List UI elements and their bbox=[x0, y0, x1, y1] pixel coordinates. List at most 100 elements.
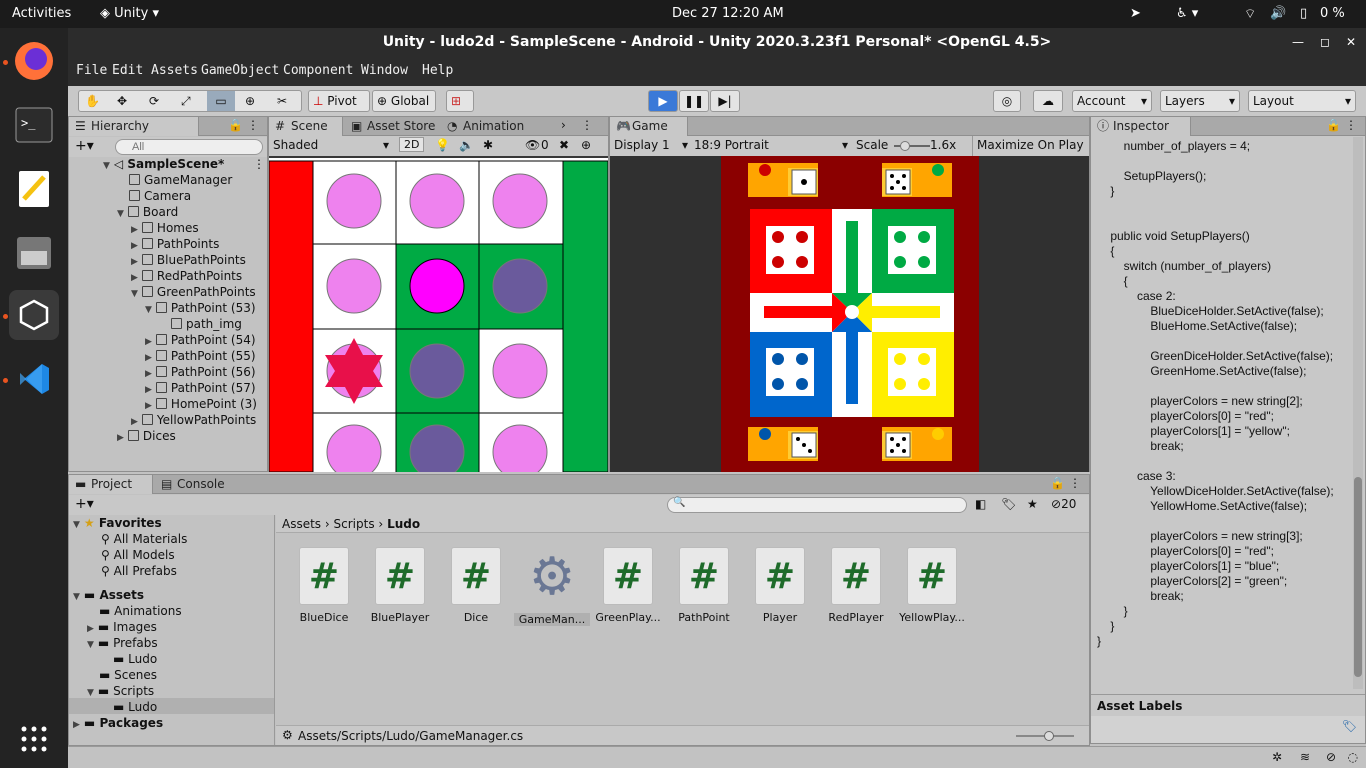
gizmos-icon[interactable]: ⊕ bbox=[581, 138, 591, 152]
cloud-icon[interactable]: ☁ bbox=[1033, 90, 1063, 112]
hierarchy-item[interactable]: ▶ PathPoint (57) bbox=[145, 381, 256, 395]
text-editor-icon[interactable] bbox=[9, 164, 59, 214]
more-icon[interactable]: ⋮ bbox=[1069, 476, 1081, 490]
grid-snap-button[interactable]: ⊞ bbox=[446, 90, 474, 112]
close-button[interactable]: ✕ bbox=[1346, 28, 1356, 56]
lock-icon[interactable]: 🔒 bbox=[1326, 118, 1341, 132]
tab-overflow-icon[interactable]: › bbox=[561, 118, 566, 132]
scrollbar-thumb[interactable] bbox=[1354, 477, 1362, 677]
tab-asset-store[interactable]: ▣ Asset Store bbox=[345, 117, 441, 136]
hierarchy-item[interactable]: ▼ PathPoint (53) bbox=[145, 301, 256, 315]
hierarchy-item[interactable]: ▶ PathPoints bbox=[131, 237, 219, 251]
collab-icon[interactable]: ◎ bbox=[993, 90, 1021, 112]
scene-more-icon[interactable]: ⋮ bbox=[253, 157, 265, 171]
game-view[interactable] bbox=[610, 156, 1089, 472]
app-menu[interactable]: ◈ Unity ▾ bbox=[100, 6, 159, 21]
folder-item[interactable]: ▬ Animations bbox=[99, 604, 182, 618]
activities-button[interactable]: Activities bbox=[12, 6, 71, 21]
tab-console[interactable]: ▤ Console bbox=[155, 475, 231, 494]
hierarchy-item[interactable]: ▶ PathPoint (55) bbox=[145, 349, 256, 363]
breadcrumb-item[interactable]: Ludo bbox=[387, 517, 420, 531]
asset-labels-header[interactable]: Asset Labels bbox=[1091, 694, 1365, 716]
more-icon[interactable]: ⋮ bbox=[581, 118, 593, 132]
asset-file[interactable]: # Dice bbox=[438, 545, 514, 625]
asset-file[interactable]: # Player bbox=[742, 545, 818, 625]
more-icon[interactable]: ⋮ bbox=[247, 118, 259, 132]
favorite-item[interactable]: ⚲ All Prefabs bbox=[101, 564, 177, 578]
tab-game[interactable]: 🎮 Game bbox=[610, 117, 688, 136]
layers-dropdown[interactable]: Layers ▾ bbox=[1160, 90, 1240, 112]
aspect-dropdown[interactable]: 18:9 Portrait ▾ bbox=[694, 138, 848, 152]
no-network-icon[interactable]: ⊘ bbox=[1326, 750, 1336, 764]
asset-file[interactable]: # PathPoint bbox=[666, 545, 742, 625]
scene-root[interactable]: ▼ ◁ SampleScene* bbox=[103, 157, 224, 171]
breadcrumb-item[interactable]: Assets bbox=[282, 517, 321, 531]
effects-icon[interactable]: ✱ bbox=[483, 138, 493, 152]
asset-file[interactable]: ⚙ GameMan... bbox=[514, 545, 590, 626]
bug-icon[interactable]: ✲ bbox=[1272, 750, 1282, 764]
vscode-icon[interactable] bbox=[9, 354, 59, 404]
scale-slider-thumb[interactable] bbox=[900, 141, 910, 151]
add-icon[interactable]: +▾ bbox=[75, 138, 94, 154]
folder-item[interactable]: ▬ Ludo bbox=[113, 652, 157, 666]
filter-label-icon[interactable]: 🏷 bbox=[1001, 497, 1016, 511]
breadcrumb-item[interactable]: Scripts bbox=[334, 517, 375, 531]
hierarchy-item[interactable]: ▼ GreenPathPoints bbox=[131, 285, 256, 299]
hierarchy-item[interactable]: ▶ Dices bbox=[117, 429, 176, 443]
hierarchy-search-input[interactable] bbox=[115, 139, 263, 155]
packages-header[interactable]: ▶ ▬ Packages bbox=[73, 716, 163, 730]
create-icon[interactable]: +▾ bbox=[75, 496, 94, 512]
more-icon[interactable]: ⋮ bbox=[1345, 118, 1357, 132]
hierarchy-item[interactable]: GameManager bbox=[129, 173, 232, 187]
maximize-button[interactable]: ◻ bbox=[1320, 28, 1330, 56]
visibility-icon[interactable]: 👁 bbox=[525, 138, 540, 152]
scale-tool-icon[interactable]: ⤢ bbox=[181, 91, 191, 111]
hand-tool-icon[interactable]: ✋ bbox=[85, 91, 100, 111]
menu-file[interactable]: File bbox=[76, 63, 107, 78]
shading-dropdown[interactable]: Shaded ▾ bbox=[273, 138, 391, 154]
global-toggle[interactable]: ⊕ Global bbox=[372, 90, 436, 112]
telegram-icon[interactable]: ➤ bbox=[1130, 6, 1141, 21]
lock-icon[interactable]: 🔒 bbox=[228, 118, 243, 132]
layers-icon[interactable]: ≋ bbox=[1300, 750, 1310, 764]
display-dropdown[interactable]: Display 1 ▾ bbox=[614, 138, 688, 152]
tools-icon[interactable]: ✖ bbox=[559, 138, 569, 152]
hierarchy-item[interactable]: ▶ BluePathPoints bbox=[131, 253, 246, 267]
hierarchy-item[interactable]: ▶ HomePoint (3) bbox=[145, 397, 257, 411]
menu-window[interactable]: Window bbox=[361, 63, 408, 78]
account-dropdown[interactable]: Account ▾ bbox=[1072, 90, 1152, 112]
pivot-toggle[interactable]: ⊥ Pivot bbox=[308, 90, 370, 112]
hierarchy-item[interactable]: ▶ PathPoint (56) bbox=[145, 365, 256, 379]
volume-icon[interactable]: 🔊 bbox=[1270, 6, 1286, 21]
maximize-on-play-toggle[interactable]: Maximize On Play bbox=[972, 136, 1088, 156]
asset-file[interactable]: # RedPlayer bbox=[818, 545, 894, 625]
menu-component[interactable]: Component bbox=[283, 63, 353, 78]
tab-project[interactable]: ▬ Project bbox=[69, 475, 153, 494]
label-tag-icon[interactable]: 🏷 bbox=[1342, 719, 1357, 733]
icon-size-slider-thumb[interactable] bbox=[1044, 731, 1054, 741]
move-tool-icon[interactable]: ✥ bbox=[117, 91, 127, 111]
accessibility-icon[interactable]: ♿ ▾ bbox=[1176, 6, 1198, 21]
lock-icon[interactable]: 🔒 bbox=[1050, 476, 1065, 490]
menu-edit[interactable]: Edit bbox=[112, 63, 143, 78]
menu-help[interactable]: Help bbox=[422, 63, 453, 78]
clock[interactable]: Dec 27 12:20 AM bbox=[672, 6, 784, 21]
tab-inspector[interactable]: ⓘ Inspector bbox=[1091, 117, 1191, 136]
scene-view[interactable] bbox=[269, 156, 608, 472]
folder-item[interactable]: ▬ Scenes bbox=[99, 668, 157, 682]
tab-animation[interactable]: ◔ Animation bbox=[441, 117, 530, 136]
hierarchy-item[interactable]: ▶ RedPathPoints bbox=[131, 269, 242, 283]
terminal-icon[interactable]: >_ bbox=[9, 100, 59, 150]
layout-dropdown[interactable]: Layout ▾ bbox=[1248, 90, 1356, 112]
hierarchy-item[interactable]: ▶ Homes bbox=[131, 221, 199, 235]
audio-icon[interactable]: 🔈 bbox=[459, 138, 474, 152]
custom-tool-icon[interactable]: ✂ bbox=[277, 91, 287, 111]
asset-file[interactable]: # BlueDice bbox=[286, 545, 362, 625]
favorites-header[interactable]: ▼ ★ Favorites bbox=[73, 516, 162, 530]
asset-file[interactable]: # BluePlayer bbox=[362, 545, 438, 625]
inspector-scrollbar[interactable] bbox=[1353, 137, 1363, 689]
icon-size-slider[interactable] bbox=[1016, 731, 1074, 741]
step-button[interactable]: ▶| bbox=[710, 90, 740, 112]
folder-item[interactable]: ▼ ▬ Prefabs bbox=[87, 636, 158, 650]
favorite-item[interactable]: ⚲ All Models bbox=[101, 548, 175, 562]
